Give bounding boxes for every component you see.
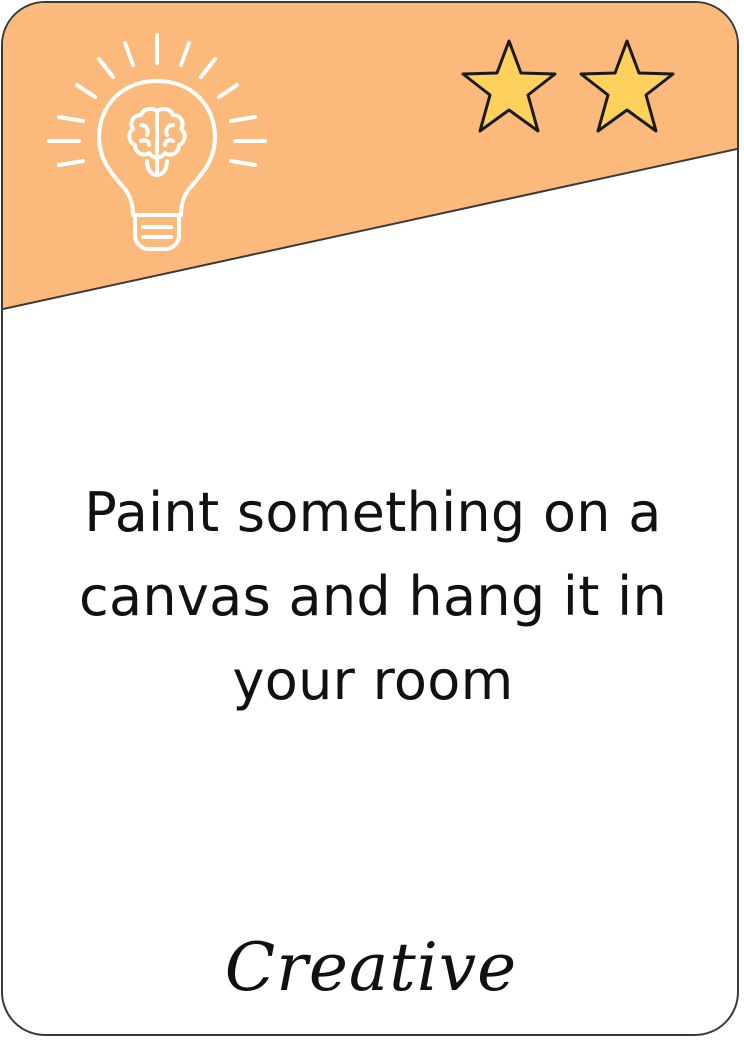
star-icon [461,39,557,133]
difficulty-rating [457,37,687,137]
category-label: Creative [224,929,518,1006]
activity-card: Paint something on a canvas and hang it … [1,1,739,1036]
lightbulb-brain-icon [47,33,267,251]
activity-prompt: Paint something on a canvas and hang it … [79,481,667,712]
star-icon [579,39,675,133]
